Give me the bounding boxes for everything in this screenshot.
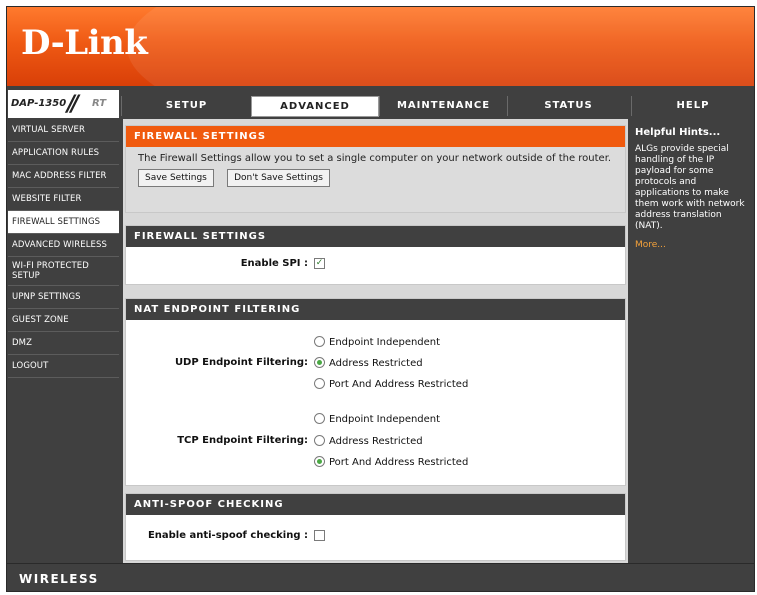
nat-title: NAT ENDPOINT FILTERING — [126, 299, 625, 320]
intro-title: FIREWALL SETTINGS — [126, 126, 625, 147]
tcp-option-endpoint-independent: Endpoint Independent — [314, 413, 440, 425]
udp-radio-endpoint-independent[interactable] — [314, 336, 325, 347]
dont-save-settings-button[interactable]: Don't Save Settings — [227, 169, 330, 187]
help-text: ALGs provide special handling of the IP … — [635, 144, 745, 231]
udp-option-address-restricted: Address Restricted — [314, 357, 423, 369]
sidebar-item-virtual-server[interactable]: VIRTUAL SERVER — [8, 119, 119, 142]
antispoof-checkbox[interactable] — [314, 530, 325, 541]
option-label: Port And Address Restricted — [329, 457, 469, 468]
tcp-option-port-and-address-restricted: Port And Address Restricted — [314, 456, 468, 468]
tab-help[interactable]: HELP — [631, 96, 754, 116]
help-more-link[interactable]: More... — [631, 232, 754, 258]
spi-checkbox[interactable]: ✓ — [314, 258, 325, 269]
antispoof-title: ANTI-SPOOF CHECKING — [126, 494, 625, 515]
header-banner: D-Link — [7, 7, 754, 86]
tab-maintenance[interactable]: MAINTENANCE — [379, 96, 507, 116]
tcp-radio-port-and-address-restricted[interactable] — [314, 456, 325, 467]
footer-wireless-logo: WIRELESS — [19, 572, 99, 586]
tab-advanced[interactable]: ADVANCED — [251, 96, 379, 117]
banner-swoosh — [127, 7, 754, 86]
option-label: Address Restricted — [329, 436, 423, 447]
intro-panel: FIREWALL SETTINGS The Firewall Settings … — [125, 125, 626, 213]
sidebar-item-upnp-settings[interactable]: UPNP SETTINGS — [8, 286, 119, 309]
intro-description: The Firewall Settings allow you to set a… — [138, 153, 612, 164]
nat-panel: NAT ENDPOINT FILTERING Endpoint Independ… — [125, 298, 626, 486]
help-title: Helpful Hints... — [635, 127, 721, 138]
firewall-title: FIREWALL SETTINGS — [126, 226, 625, 247]
sidebar-item-website-filter[interactable]: WEBSITE FILTER — [8, 188, 119, 211]
tcp-filtering-label: TCP Endpoint Filtering: — [177, 435, 308, 446]
model-name: DAP-1350 — [11, 98, 67, 109]
model-separator-icon: // — [67, 92, 79, 117]
option-label: Endpoint Independent — [329, 337, 441, 348]
save-settings-button[interactable]: Save Settings — [138, 169, 214, 187]
tcp-option-address-restricted: Address Restricted — [314, 435, 423, 447]
sidebar-item-application-rules[interactable]: APPLICATION RULES — [8, 142, 119, 165]
sidebar-item-guest-zone[interactable]: GUEST ZONE — [8, 309, 119, 332]
sidebar-item-advanced-wireless[interactable]: ADVANCED WIRELESS — [8, 234, 119, 257]
dlink-logo: D-Link — [21, 23, 148, 63]
udp-option-port-and-address-restricted: Port And Address Restricted — [314, 378, 468, 390]
tab-status[interactable]: STATUS — [507, 96, 629, 116]
footer: WIRELESS — [7, 563, 754, 591]
option-label: Address Restricted — [329, 358, 423, 369]
tab-setup[interactable]: SETUP — [121, 96, 251, 116]
button-row: Save Settings Don't Save Settings — [126, 165, 625, 187]
tcp-radio-address-restricted[interactable] — [314, 435, 325, 446]
spi-label: Enable SPI : — [240, 258, 308, 269]
sidebar: VIRTUAL SERVER APPLICATION RULES MAC ADD… — [7, 119, 120, 563]
firewall-panel: FIREWALL SETTINGS Enable SPI : ✓ — [125, 225, 626, 285]
option-label: Port And Address Restricted — [329, 379, 469, 390]
app-frame: D-Link DAP-1350 // RT SETUP ADVANCED MAI… — [6, 6, 755, 592]
udp-radio-port-and-address-restricted[interactable] — [314, 378, 325, 389]
udp-option-endpoint-independent: Endpoint Independent — [314, 336, 440, 348]
model-badge: DAP-1350 // RT — [8, 90, 119, 118]
option-label: Endpoint Independent — [329, 414, 441, 425]
antispoof-panel: ANTI-SPOOF CHECKING Enable anti-spoof ch… — [125, 493, 626, 561]
antispoof-label: Enable anti-spoof checking : — [147, 530, 308, 541]
model-suffix: RT — [92, 98, 107, 109]
sidebar-item-wifi-protected-setup[interactable]: WI-FI PROTECTED SETUP — [8, 257, 119, 286]
sidebar-item-mac-address-filter[interactable]: MAC ADDRESS FILTER — [8, 165, 119, 188]
udp-radio-address-restricted[interactable] — [314, 357, 325, 368]
sidebar-item-logout[interactable]: LOGOUT — [8, 355, 119, 378]
sidebar-item-firewall-settings[interactable]: FIREWALL SETTINGS — [8, 211, 119, 234]
main-content: FIREWALL SETTINGS The Firewall Settings … — [123, 119, 628, 563]
sidebar-item-dmz[interactable]: DMZ — [8, 332, 119, 355]
tcp-radio-endpoint-independent[interactable] — [314, 413, 325, 424]
udp-filtering-label: UDP Endpoint Filtering: — [174, 357, 308, 368]
help-panel: Helpful Hints... ALGs provide special ha… — [631, 119, 754, 563]
